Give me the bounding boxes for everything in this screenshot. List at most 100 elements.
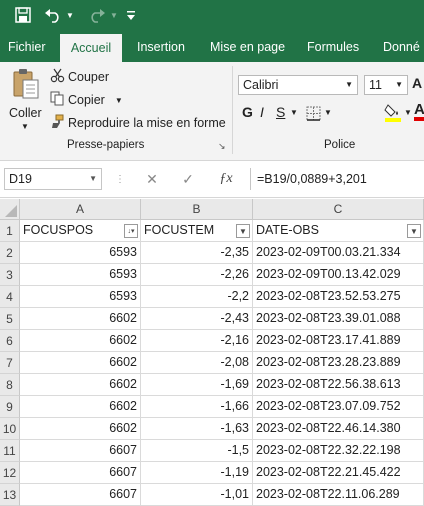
cell-focuspos[interactable]: 6593 (20, 286, 141, 308)
cell-focuspos[interactable]: 6593 (20, 242, 141, 264)
cell-focustem[interactable]: -2,35 (141, 242, 253, 264)
cell-focustem[interactable]: -2,08 (141, 352, 253, 374)
cell-focuspos[interactable]: 6602 (20, 352, 141, 374)
cell-focuspos[interactable]: 6602 (20, 396, 141, 418)
cell-focustem[interactable]: -2,2 (141, 286, 253, 308)
cell-focustem[interactable]: -2,16 (141, 330, 253, 352)
paste-button[interactable]: Coller ▼ (6, 66, 44, 131)
tab-data[interactable]: Donné (383, 32, 420, 62)
cell-focuspos[interactable]: 6593 (20, 264, 141, 286)
cell-focustem[interactable]: -1,01 (141, 484, 253, 506)
copy-button[interactable]: Copier ▼ (50, 91, 123, 109)
cell-focustem[interactable]: -2,26 (141, 264, 253, 286)
cell-focustem[interactable]: -1,19 (141, 462, 253, 484)
row-header[interactable]: 13 (0, 484, 20, 506)
formula-input[interactable]: =B19/0,0889+3,201 (250, 168, 424, 190)
tab-home[interactable]: Accueil (60, 34, 122, 62)
borders-dropdown-icon[interactable]: ▼ (324, 108, 332, 117)
underline-dropdown-icon[interactable]: ▼ (290, 108, 298, 117)
row-header[interactable]: 5 (0, 308, 20, 330)
save-icon[interactable] (12, 4, 34, 26)
paste-dropdown-icon[interactable]: ▼ (21, 122, 29, 131)
copy-icon (50, 91, 65, 109)
cell-date-obs[interactable]: 2023-02-08T23.28.23.889 (253, 352, 424, 374)
filter-dropdown-icon[interactable]: ▼ (407, 224, 421, 238)
undo-dropdown-icon[interactable]: ▼ (64, 4, 76, 26)
insert-function-icon[interactable]: ƒx (214, 168, 238, 190)
cell-focustem[interactable]: -2,43 (141, 308, 253, 330)
row-header[interactable]: 6 (0, 330, 20, 352)
fill-color-button[interactable] (384, 102, 402, 125)
sort-filter-icon[interactable]: ↓▾ (124, 224, 138, 238)
customize-toolbar-icon[interactable] (124, 4, 138, 26)
fill-color-dropdown-icon[interactable]: ▼ (404, 108, 412, 117)
row-header[interactable]: 2 (0, 242, 20, 264)
cell-date-obs[interactable]: 2023-02-08T22.56.38.613 (253, 374, 424, 396)
cell-date-obs[interactable]: 2023-02-08T22.11.06.289 (253, 484, 424, 506)
cell-focuspos[interactable]: 6607 (20, 462, 141, 484)
header-cell-date-obs[interactable]: DATE-OBS (253, 220, 424, 242)
enter-icon[interactable]: ✓ (178, 168, 198, 190)
cell-focustem[interactable]: -1,69 (141, 374, 253, 396)
cell-date-obs[interactable]: 2023-02-08T23.07.09.752 (253, 396, 424, 418)
cell-date-obs[interactable]: 2023-02-08T23.17.41.889 (253, 330, 424, 352)
redo-icon[interactable] (86, 4, 108, 26)
font-name-combo[interactable]: Calibri ▼ (238, 75, 358, 95)
cell-date-obs[interactable]: 2023-02-09T00.03.21.334 (253, 242, 424, 264)
bold-button[interactable]: G (242, 104, 253, 120)
cell-focuspos[interactable]: 6607 (20, 440, 141, 462)
underline-button[interactable]: S (276, 104, 285, 120)
borders-button[interactable] (306, 106, 321, 124)
cancel-icon[interactable]: ✕ (142, 168, 162, 190)
tab-page-layout[interactable]: Mise en page (210, 32, 285, 62)
cell-focustem[interactable]: -1,63 (141, 418, 253, 440)
name-box-dropdown-icon[interactable]: ▼ (89, 169, 97, 189)
tab-formulas[interactable]: Formules (307, 32, 359, 62)
column-header-c[interactable]: C (253, 199, 424, 220)
cell-focustem[interactable]: -1,66 (141, 396, 253, 418)
row-header[interactable]: 7 (0, 352, 20, 374)
cell-focuspos[interactable]: 6607 (20, 484, 141, 506)
row-header[interactable]: 8 (0, 374, 20, 396)
cell-date-obs[interactable]: 2023-02-08T23.39.01.088 (253, 308, 424, 330)
cell-date-obs[interactable]: 2023-02-08T22.46.14.380 (253, 418, 424, 440)
header-text: FOCUSTEM (144, 223, 215, 237)
cut-button[interactable]: Couper (50, 68, 109, 86)
row-header[interactable]: 4 (0, 286, 20, 308)
row-header[interactable]: 1 (0, 220, 20, 242)
cell-date-obs[interactable]: 2023-02-09T00.13.42.029 (253, 264, 424, 286)
row-header[interactable]: 3 (0, 264, 20, 286)
font-size-combo[interactable]: 11 ▼ (364, 75, 408, 95)
row-header[interactable]: 10 (0, 418, 20, 440)
name-box[interactable]: D19 ▼ (4, 168, 102, 190)
header-cell-focuspos[interactable]: FOCUSPOS (20, 220, 141, 242)
cell-date-obs[interactable]: 2023-02-08T22.21.45.422 (253, 462, 424, 484)
row-header[interactable]: 12 (0, 462, 20, 484)
row-header[interactable]: 9 (0, 396, 20, 418)
column-header-a[interactable]: A (20, 199, 141, 220)
cell-focuspos[interactable]: 6602 (20, 374, 141, 396)
cell-focuspos[interactable]: 6602 (20, 308, 141, 330)
cell-focuspos[interactable]: 6602 (20, 418, 141, 440)
format-painter-button[interactable]: Reproduire la mise en forme (50, 114, 226, 132)
undo-icon[interactable] (42, 4, 64, 26)
select-all-corner[interactable] (0, 199, 20, 220)
cell-focuspos[interactable]: 6602 (20, 330, 141, 352)
font-name-dropdown-icon[interactable]: ▼ (345, 76, 353, 94)
italic-button[interactable]: I (260, 104, 264, 120)
increase-font-size-button[interactable]: A (412, 75, 422, 91)
clipboard-dialog-launcher-icon[interactable]: ↘ (218, 141, 226, 152)
filter-dropdown-icon[interactable]: ▼ (236, 224, 250, 238)
redo-dropdown-icon[interactable]: ▼ (108, 4, 120, 26)
font-size-dropdown-icon[interactable]: ▼ (395, 76, 403, 94)
font-color-button[interactable]: A (414, 100, 424, 125)
copy-dropdown-icon[interactable]: ▼ (115, 96, 123, 105)
formula-bar-handle-icon[interactable]: ⋮ (110, 168, 130, 190)
cell-date-obs[interactable]: 2023-02-08T22.32.22.198 (253, 440, 424, 462)
tab-file[interactable]: Fichier (8, 32, 46, 62)
column-header-b[interactable]: B (141, 199, 253, 220)
row-header[interactable]: 11 (0, 440, 20, 462)
cell-date-obs[interactable]: 2023-02-08T23.52.53.275 (253, 286, 424, 308)
tab-insert[interactable]: Insertion (137, 32, 185, 62)
cell-focustem[interactable]: -1,5 (141, 440, 253, 462)
